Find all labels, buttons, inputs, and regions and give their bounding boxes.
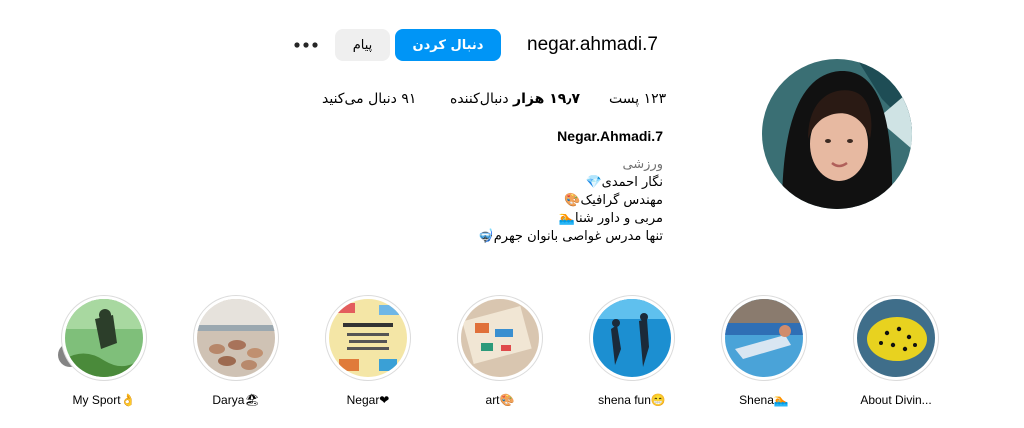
profile-bio: ورزشی نگار احمدی💎 مهندس گرافیک🎨 مربی و د… xyxy=(363,156,663,246)
story-highlights: About Divin... Shena🏊 shena fun😁 art🎨 Ne… xyxy=(0,295,1024,415)
follow-button[interactable]: دنبال کردن xyxy=(395,29,501,61)
highlight-label: Darya🏖 xyxy=(212,393,260,407)
posts-count: ۱۲۳ پست xyxy=(609,91,667,107)
poster-icon xyxy=(329,299,407,377)
highlight-my-sport[interactable]: My Sport👌 xyxy=(54,295,154,407)
bio-line: مهندس گرافیک🎨 xyxy=(564,193,663,208)
followers-number: ۱۹٫۷ هزار xyxy=(513,91,581,107)
highlight-label: Negar❤ xyxy=(346,393,390,407)
highlight-about-diving[interactable]: About Divin... xyxy=(846,295,946,407)
profile-username: negar.ahmadi.7 xyxy=(527,34,658,55)
profile-header-row: پیام دنبال کردن negar.ahmadi.7 xyxy=(290,29,670,61)
avatar-image xyxy=(762,59,912,209)
art-icon xyxy=(461,299,539,377)
pool-icon xyxy=(725,299,803,377)
highlight-shena[interactable]: Shena🏊 xyxy=(714,295,814,407)
followers-label: دنبال‌کننده xyxy=(450,91,509,107)
profile-avatar[interactable] xyxy=(762,59,912,209)
more-options-button[interactable] xyxy=(292,33,320,57)
highlight-label: shena fun😁 xyxy=(598,393,666,407)
message-button[interactable]: پیام xyxy=(335,29,390,61)
underwater-icon xyxy=(65,299,143,377)
highlight-negar[interactable]: Negar❤ xyxy=(318,295,418,407)
profile-category: ورزشی xyxy=(622,157,663,172)
ellipsis-icon xyxy=(294,42,318,48)
highlight-shena-fun[interactable]: shena fun😁 xyxy=(582,295,682,407)
highlight-art[interactable]: art🎨 xyxy=(450,295,550,407)
highlight-label: art🎨 xyxy=(485,393,515,407)
beach-icon xyxy=(197,299,275,377)
fish-icon xyxy=(857,299,935,377)
diver-icon xyxy=(593,299,671,377)
bio-line: تنها مدرس غواصی بانوان جهرم🤿 xyxy=(477,229,663,244)
following-count[interactable]: ۹۱ دنبال می‌کنید xyxy=(322,91,416,107)
highlight-label: My Sport👌 xyxy=(72,393,136,407)
highlight-darya[interactable]: Darya🏖 xyxy=(186,295,286,407)
bio-line: مربی و داور شنا🏊 xyxy=(558,211,663,226)
bio-line: نگار احمدی💎 xyxy=(585,175,663,190)
highlight-label: About Divin... xyxy=(860,393,932,407)
followers-count[interactable]: ۱۹٫۷ هزار دنبال‌کننده xyxy=(450,91,580,107)
profile-full-name: Negar.Ahmadi.7 xyxy=(557,128,663,144)
highlight-label: Shena🏊 xyxy=(739,393,789,407)
